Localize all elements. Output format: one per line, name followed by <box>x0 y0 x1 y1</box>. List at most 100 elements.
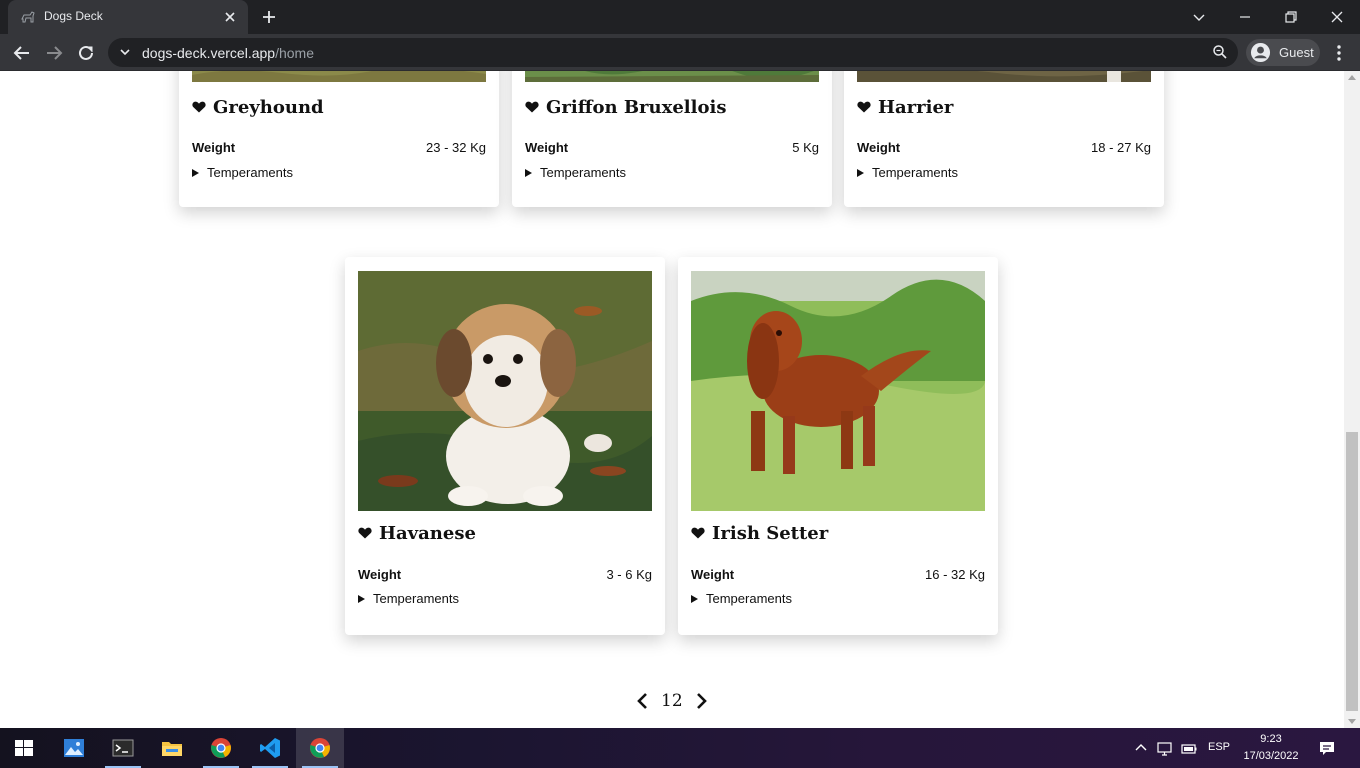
expand-triangle-icon <box>192 169 199 177</box>
profile-button[interactable]: Guest <box>1246 39 1320 66</box>
expand-triangle-icon <box>525 169 532 177</box>
dog-image <box>358 271 652 511</box>
chevron-down-icon[interactable] <box>118 45 132 59</box>
url-path: /home <box>275 45 314 61</box>
dog-name-text: Griffon Bruxellois <box>546 97 727 118</box>
expand-triangle-icon <box>857 169 864 177</box>
photos-icon <box>64 739 84 757</box>
browser-menu-icon[interactable] <box>1330 43 1348 63</box>
browser-tab-bar: Dogs Deck <box>0 0 1360 34</box>
dog-name-text: Greyhound <box>213 97 324 118</box>
windows-taskbar: ESP 9:23 17/03/2022 <box>0 728 1360 768</box>
weight-label: Weight <box>525 140 569 155</box>
taskbar-terminal[interactable] <box>99 728 147 768</box>
address-bar[interactable]: dogs-deck.vercel.app/home <box>108 38 1238 67</box>
vscode-icon <box>260 738 280 758</box>
clock-date: 17/03/2022 <box>1243 750 1299 762</box>
taskbar-chrome-active[interactable] <box>296 728 344 768</box>
profile-label: Guest <box>1279 45 1314 60</box>
dog-name: Greyhound <box>192 97 324 118</box>
reload-icon[interactable] <box>74 41 98 65</box>
expand-triangle-icon <box>691 595 698 603</box>
temperaments-toggle[interactable]: Temperaments <box>691 591 792 606</box>
dog-card[interactable]: Havanese Weight 3 - 6 Kg Temperaments <box>345 257 665 635</box>
temperaments-toggle[interactable]: Temperaments <box>525 165 626 180</box>
windows-logo-icon <box>15 740 33 756</box>
temperaments-label: Temperaments <box>872 165 958 180</box>
heart-icon[interactable] <box>358 527 372 539</box>
new-tab-icon[interactable] <box>259 7 279 27</box>
weight-label: Weight <box>358 567 402 582</box>
page-scrollbar[interactable] <box>1344 71 1360 728</box>
clock[interactable]: 9:23 17/03/2022 <box>1238 731 1304 765</box>
dog-name: Harrier <box>857 97 953 118</box>
url-text: dogs-deck.vercel.app/home <box>142 45 314 61</box>
pagination: 12 <box>630 688 714 714</box>
url-host: dogs-deck.vercel.app <box>142 45 276 61</box>
dog-name: Havanese <box>358 523 476 544</box>
dog-image <box>691 271 985 511</box>
temperaments-label: Temperaments <box>373 591 459 606</box>
close-tab-icon[interactable] <box>220 7 240 27</box>
weight-label: Weight <box>691 567 735 582</box>
taskbar-chrome[interactable] <box>197 728 245 768</box>
dog-name: Irish Setter <box>691 523 828 544</box>
chrome-icon <box>211 738 231 758</box>
network-icon[interactable] <box>1156 739 1174 757</box>
show-hidden-icons-icon[interactable] <box>1132 739 1150 757</box>
tab-search-chevron-icon[interactable] <box>1187 5 1211 29</box>
language-indicator[interactable]: ESP <box>1208 741 1230 753</box>
scrollbar-thumb[interactable] <box>1346 432 1358 711</box>
temperaments-toggle[interactable]: Temperaments <box>192 165 293 180</box>
start-button[interactable] <box>0 728 48 768</box>
temperaments-toggle[interactable]: Temperaments <box>358 591 459 606</box>
dog-image <box>192 71 486 82</box>
expand-triangle-icon <box>358 595 365 603</box>
zoom-icon[interactable] <box>1212 44 1228 60</box>
dog-name-text: Harrier <box>878 97 954 118</box>
temperaments-label: Temperaments <box>706 591 792 606</box>
battery-icon[interactable] <box>1180 739 1198 757</box>
weight-value: 18 - 27 Kg <box>1091 140 1151 155</box>
temperaments-label: Temperaments <box>540 165 626 180</box>
previous-page-icon[interactable] <box>636 692 650 710</box>
next-page-icon[interactable] <box>694 692 708 710</box>
dog-image <box>525 71 819 82</box>
dog-card[interactable]: Griffon Bruxellois Weight 5 Kg Temperame… <box>512 71 832 207</box>
restore-icon[interactable] <box>1279 5 1303 29</box>
weight-label: Weight <box>192 140 236 155</box>
avatar-icon <box>1250 42 1271 63</box>
back-icon[interactable] <box>10 41 34 65</box>
taskbar-vscode[interactable] <box>246 728 294 768</box>
weight-value: 23 - 32 Kg <box>426 140 486 155</box>
notifications-icon[interactable] <box>1318 739 1336 757</box>
close-window-icon[interactable] <box>1325 5 1349 29</box>
dog-name-text: Irish Setter <box>712 523 829 544</box>
terminal-icon <box>112 739 134 757</box>
tab-title: Dogs Deck <box>44 9 103 23</box>
scroll-up-arrow-icon[interactable] <box>1348 75 1356 80</box>
forward-icon[interactable] <box>42 41 66 65</box>
scroll-down-arrow-icon[interactable] <box>1348 719 1356 724</box>
weight-value: 5 Kg <box>792 140 819 155</box>
heart-icon[interactable] <box>525 101 539 113</box>
dog-name-text: Havanese <box>379 523 476 544</box>
page-content: Greyhound Weight 23 - 32 Kg Temperaments… <box>0 71 1344 728</box>
dog-card[interactable]: Greyhound Weight 23 - 32 Kg Temperaments <box>179 71 499 207</box>
browser-tab[interactable]: Dogs Deck <box>8 0 248 34</box>
temperaments-toggle[interactable]: Temperaments <box>857 165 958 180</box>
heart-icon[interactable] <box>691 527 705 539</box>
dog-favicon-icon <box>21 11 35 23</box>
taskbar-file-explorer[interactable] <box>148 728 196 768</box>
current-page-number: 12 <box>661 691 683 711</box>
dog-card[interactable]: Harrier Weight 18 - 27 Kg Temperaments <box>844 71 1164 207</box>
heart-icon[interactable] <box>192 101 206 113</box>
folder-icon <box>162 742 182 756</box>
taskbar-photos[interactable] <box>50 728 98 768</box>
minimize-icon[interactable] <box>1233 5 1257 29</box>
heart-icon[interactable] <box>857 101 871 113</box>
weight-value: 16 - 32 Kg <box>925 567 985 582</box>
clock-time: 9:23 <box>1260 733 1282 745</box>
dog-image <box>857 71 1151 82</box>
dog-card[interactable]: Irish Setter Weight 16 - 32 Kg Temperame… <box>678 257 998 635</box>
